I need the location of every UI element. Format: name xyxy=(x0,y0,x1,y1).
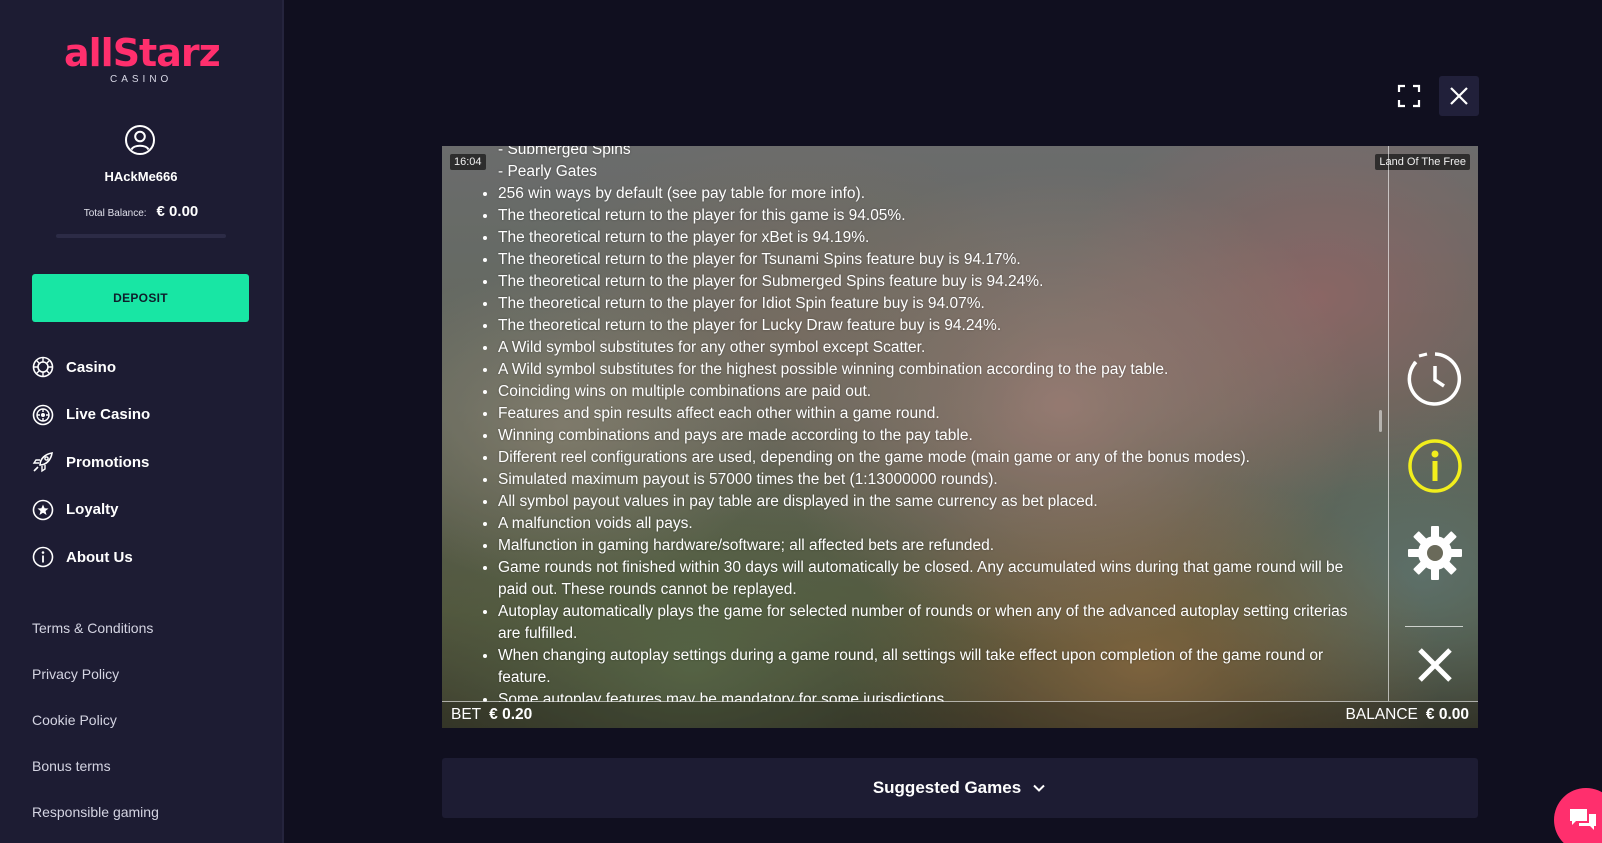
fullscreen-button[interactable] xyxy=(1389,76,1429,116)
fullscreen-icon xyxy=(1397,84,1421,108)
close-game-button[interactable] xyxy=(1439,76,1479,116)
suggested-games-label: Suggested Games xyxy=(872,778,1022,797)
rules-list-item: 256 win ways by default (see pay table f… xyxy=(498,183,1348,205)
total-balance: Total Balance: € 0.00 xyxy=(0,203,282,220)
nav-label-loyalty: Loyalty xyxy=(66,501,119,518)
game-balance-value: € 0.00 xyxy=(1425,706,1469,723)
info-icon xyxy=(32,546,54,568)
rules-sub-item: - Pearly Gates xyxy=(498,163,598,180)
total-balance-value: € 0.00 xyxy=(156,203,199,220)
nav-item-about-us[interactable]: About Us xyxy=(32,546,150,568)
nav-item-live-casino[interactable]: Live Casino xyxy=(32,404,150,426)
close-icon xyxy=(1450,87,1468,105)
info-icon xyxy=(1408,439,1462,493)
star-circle-icon xyxy=(32,499,54,520)
logo-wordmark: allStarz xyxy=(64,31,221,75)
nav-label-casino: Casino xyxy=(66,358,117,376)
rules-list-item: The theoretical return to the player for… xyxy=(498,205,1348,227)
rules-list-item: The theoretical return to the player for… xyxy=(498,293,1348,315)
nav-label-live-casino: Live Casino xyxy=(66,406,151,423)
username: HAckMe666 xyxy=(104,169,178,184)
bet-value: € 0.20 xyxy=(489,706,533,723)
history-clock-icon xyxy=(1407,352,1462,406)
user-avatar-icon[interactable] xyxy=(124,124,156,156)
rules-sub-item: - Submerged Spins xyxy=(498,146,631,158)
gear-icon xyxy=(1408,526,1462,580)
rules-list-item: Malfunction in gaming hardware/software;… xyxy=(498,535,1348,557)
close-rules-button[interactable] xyxy=(1406,636,1464,694)
info-button[interactable] xyxy=(1406,437,1464,495)
allstarz-logo[interactable]: allStarz CASINO xyxy=(64,32,221,88)
rules-list-item: A Wild symbol substitutes for any other … xyxy=(498,337,1348,359)
nav-item-loyalty[interactable]: Loyalty xyxy=(32,499,150,521)
rules-list-item: Coinciding wins on multiple combinations… xyxy=(498,381,1348,403)
rules-list-item: The theoretical return to the player for… xyxy=(498,227,1348,249)
bet-label: BET xyxy=(451,706,482,723)
rules-list-item: Game rounds not finished within 30 days … xyxy=(498,557,1348,601)
rules-scrollbar[interactable] xyxy=(1379,410,1382,432)
sidebar: allStarz CASINO HAckMe666 Total Balance:… xyxy=(0,0,284,843)
rules-list-item: Different reel configurations are used, … xyxy=(498,447,1348,469)
link-cookie-policy[interactable]: Cookie Policy xyxy=(32,712,159,734)
casino-chip-icon xyxy=(32,356,54,378)
logo-subtitle: CASINO xyxy=(110,74,173,85)
link-bonus-terms[interactable]: Bonus terms xyxy=(32,758,159,780)
link-terms-conditions[interactable]: Terms & Conditions xyxy=(32,620,159,642)
rules-list-item: All symbol payout values in pay table ar… xyxy=(498,491,1348,513)
game-side-panel xyxy=(1388,146,1478,701)
history-button[interactable] xyxy=(1406,350,1464,408)
nav-item-casino[interactable]: Casino xyxy=(32,356,150,378)
rules-list-item: Autoplay automatically plays the game fo… xyxy=(498,601,1348,645)
chat-icon xyxy=(1570,809,1596,830)
rules-list: 256 win ways by default (see pay table f… xyxy=(478,183,1348,702)
nav-item-promotions[interactable]: Promotions xyxy=(32,451,150,473)
nav-label-about-us: About Us xyxy=(66,548,133,566)
game-balance-display: BALANCE € 0.00 xyxy=(1346,706,1469,724)
rules-list-item: Winning combinations and pays are made a… xyxy=(498,425,1348,447)
close-icon xyxy=(1418,648,1452,682)
game-balance-label: BALANCE xyxy=(1345,706,1418,723)
rules-list-item: When changing autoplay settings during a… xyxy=(498,645,1348,689)
rules-list-item: A Wild symbol substitutes for the highes… xyxy=(498,359,1348,381)
game-bottom-bar: BET € 0.20 BALANCE € 0.00 xyxy=(442,701,1478,728)
rocket-icon xyxy=(32,452,53,473)
nav-label-promotions: Promotions xyxy=(66,453,150,471)
main-nav: Casino Live Casino Promotions Loyalty Ab… xyxy=(32,356,150,594)
game-frame[interactable]: 16:04 - Submerged Spins - Pearly Gates 2… xyxy=(442,146,1478,728)
live-chat-button[interactable] xyxy=(1554,788,1602,843)
settings-button[interactable] xyxy=(1406,524,1464,582)
rules-list-item: The theoretical return to the player for… xyxy=(498,249,1348,271)
rules-list-item: A malfunction voids all pays. xyxy=(498,513,1348,535)
bet-display: BET € 0.20 xyxy=(451,706,532,724)
roulette-icon xyxy=(32,404,54,425)
rules-list-item: The theoretical return to the player for… xyxy=(498,315,1348,337)
link-responsible-gaming[interactable]: Responsible gaming xyxy=(32,804,159,826)
rules-list-item: Features and spin results affect each ot… xyxy=(498,403,1348,425)
link-privacy-policy[interactable]: Privacy Policy xyxy=(32,666,159,688)
footer-links: Terms & Conditions Privacy Policy Cookie… xyxy=(32,620,159,843)
game-rules-panel[interactable]: - Submerged Spins - Pearly Gates 256 win… xyxy=(478,146,1348,702)
side-panel-divider xyxy=(1405,626,1463,627)
total-balance-label: Total Balance: xyxy=(83,208,147,219)
suggested-games-toggle[interactable]: Suggested Games xyxy=(442,758,1478,818)
chevron-down-icon xyxy=(1033,784,1045,792)
deposit-button[interactable]: DEPOSIT xyxy=(32,274,249,322)
rules-list-item: Simulated maximum payout is 57000 times … xyxy=(498,469,1348,491)
rules-list-item: The theoretical return to the player for… xyxy=(498,271,1348,293)
balance-progress-bar xyxy=(56,234,226,238)
